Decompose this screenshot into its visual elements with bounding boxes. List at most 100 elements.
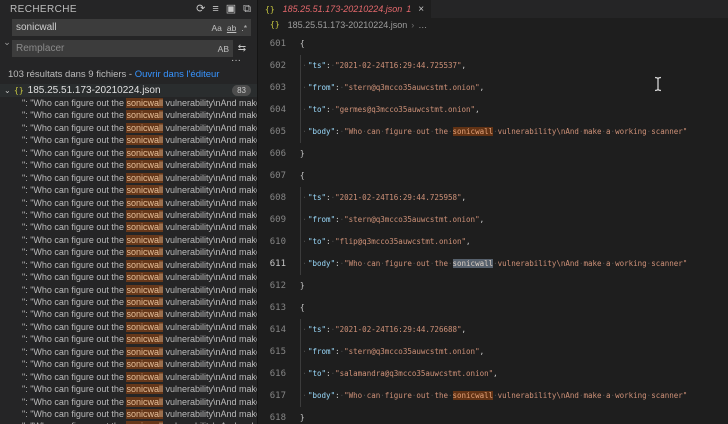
toggle-replace-button[interactable]: ⌄ (2, 19, 12, 66)
whitespace-dot: · (302, 127, 307, 136)
line-number[interactable]: 604 (258, 99, 300, 121)
editor-line[interactable]: 608·"ts":·"2021-02-24T16:29:44.725958", (258, 187, 728, 209)
search-result-row[interactable]: ": "Who can figure out the sonicwall vul… (0, 209, 257, 221)
code-token: · (300, 385, 308, 407)
editor-line[interactable]: 617·"body":·"Who·can·figure·out·the·soni… (258, 385, 728, 407)
search-result-row[interactable]: ": "Who can figure out the sonicwall vul… (0, 134, 257, 146)
search-result-row[interactable]: ": "Who can figure out the sonicwall vul… (0, 172, 257, 184)
line-number[interactable]: 603 (258, 77, 300, 99)
editor-line[interactable]: 613{ (258, 297, 728, 319)
search-result-row[interactable]: ": "Who can figure out the sonicwall vul… (0, 371, 257, 383)
line-number[interactable]: 606 (258, 143, 300, 165)
editor-line[interactable]: 614·"ts":·"2021-02-24T16:29:44.726688", (258, 319, 728, 341)
line-number[interactable]: 605 (258, 121, 300, 143)
search-result-row[interactable]: ": "Who can figure out the sonicwall vul… (0, 259, 257, 271)
search-result-row[interactable]: ": "Who can figure out the sonicwall vul… (0, 97, 257, 109)
search-result-row[interactable]: ": "Who can figure out the sonicwall vul… (0, 346, 257, 358)
breadcrumb-file[interactable]: 185.25.51.173-20210224.json (288, 20, 408, 30)
editor-line[interactable]: 612} (258, 275, 728, 297)
search-result-row[interactable]: ": "Who can figure out the sonicwall vul… (0, 197, 257, 209)
clear-results-icon[interactable]: ≡ (212, 3, 218, 15)
line-number[interactable]: 609 (258, 209, 300, 231)
close-icon[interactable]: × (418, 4, 424, 15)
replace-input[interactable] (12, 43, 218, 54)
file-result-header[interactable]: ⌄ {} 185.25.51.173-20210224.json 83 (0, 84, 257, 97)
line-number[interactable]: 614 (258, 319, 300, 341)
tab-json-file[interactable]: {} 185.25.51.173-20210224.json 1 × (258, 0, 431, 18)
whitespace-dot: · (493, 259, 498, 268)
search-result-row[interactable]: ": "Who can figure out the sonicwall vul… (0, 408, 257, 420)
whitespace-dot: · (302, 391, 307, 400)
replace-all-icon[interactable]: ⇆ (233, 43, 251, 54)
search-result-row[interactable]: ": "Who can figure out the sonicwall vul… (0, 246, 257, 258)
code-token: "ts" (308, 193, 326, 202)
line-content: { (300, 33, 305, 55)
line-number[interactable]: 607 (258, 165, 300, 187)
search-result-row[interactable]: ": "Who can figure out the sonicwall vul… (0, 234, 257, 246)
search-result-row[interactable]: ": "Who can figure out the sonicwall vul… (0, 333, 257, 345)
match-highlight: sonicwall (126, 198, 163, 208)
editor-line[interactable]: 603·"from":·"stern@q3mcco35auwcstmt.onio… (258, 77, 728, 99)
whitespace-dot: · (647, 391, 652, 400)
editor-line[interactable]: 602·"ts":·"2021-02-24T16:29:44.725537", (258, 55, 728, 77)
line-number[interactable]: 602 (258, 55, 300, 77)
match-case-icon[interactable]: Aa (211, 23, 221, 33)
search-input[interactable] (12, 22, 211, 33)
breadcrumb-more[interactable]: … (418, 20, 427, 30)
line-number[interactable]: 618 (258, 407, 300, 424)
line-number[interactable]: 617 (258, 385, 300, 407)
search-result-row[interactable]: ": "Who can figure out the sonicwall vul… (0, 109, 257, 121)
editor-line[interactable]: 604·"to":·"germes@q3mcco35auwcstmt.onion… (258, 99, 728, 121)
search-result-row[interactable]: ": "Who can figure out the sonicwall vul… (0, 122, 257, 134)
search-result-row[interactable]: ": "Who can figure out the sonicwall vul… (0, 284, 257, 296)
result-text: vulnerability\nAnd make a working s... (163, 272, 257, 282)
search-result-row[interactable]: ": "Who can figure out the sonicwall vul… (0, 147, 257, 159)
line-number[interactable]: 615 (258, 341, 300, 363)
editor-line[interactable]: 611·"body":·"Who·can·figure·out·the·soni… (258, 253, 728, 275)
line-number[interactable]: 613 (258, 297, 300, 319)
search-result-row[interactable]: ": "Who can figure out the sonicwall vul… (0, 383, 257, 395)
search-result-row[interactable]: ": "Who can figure out the sonicwall vul… (0, 159, 257, 171)
search-result-row[interactable]: ": "Who can figure out the sonicwall vul… (0, 420, 257, 424)
search-result-row[interactable]: ": "Who can figure out the sonicwall vul… (0, 296, 257, 308)
regex-icon[interactable]: .* (241, 23, 247, 33)
line-number[interactable]: 612 (258, 275, 300, 297)
whole-word-icon[interactable]: ab (227, 23, 236, 33)
match-count-badge: 83 (232, 85, 251, 96)
toggle-search-details-icon[interactable]: ··· (12, 57, 251, 66)
editor-line[interactable]: 606} (258, 143, 728, 165)
result-text: vulnerability\nAnd make a working s... (163, 198, 257, 208)
search-result-row[interactable]: ": "Who can figure out the sonicwall vul… (0, 396, 257, 408)
search-result-row[interactable]: ": "Who can figure out the sonicwall vul… (0, 271, 257, 283)
editor-line[interactable]: 615·"from":·"stern@q3mcco35auwcstmt.onio… (258, 341, 728, 363)
match-highlight: sonicwall (126, 260, 163, 270)
line-number[interactable]: 610 (258, 231, 300, 253)
open-in-editor-icon[interactable]: ⧉ (243, 3, 251, 15)
editor-line[interactable]: 610·"to":·"flip@q3mcco35auwcstmt.onion", (258, 231, 728, 253)
search-result-row[interactable]: ": "Who can figure out the sonicwall vul… (0, 184, 257, 196)
line-number[interactable]: 601 (258, 33, 300, 55)
new-search-editor-icon[interactable]: ▣ (226, 3, 236, 15)
editor-line[interactable]: 618} (258, 407, 728, 424)
whitespace-dot: · (412, 391, 417, 400)
whitespace-dot: · (302, 237, 307, 246)
editor-line[interactable]: 616·"to":·"salamandra@q3mcco35auwcstmt.o… (258, 363, 728, 385)
search-result-row[interactable]: ": "Who can figure out the sonicwall vul… (0, 308, 257, 320)
editor-line[interactable]: 607{ (258, 165, 728, 187)
search-result-row[interactable]: ": "Who can figure out the sonicwall vul… (0, 221, 257, 233)
line-number[interactable]: 611 (258, 253, 300, 275)
code-token: ·vulnerability\nAnd·make·a·working·scann… (493, 391, 687, 400)
search-result-row[interactable]: ": "Who can figure out the sonicwall vul… (0, 321, 257, 333)
editor-line[interactable]: 605·"body":·"Who·can·figure·out·the·soni… (258, 121, 728, 143)
refresh-icon[interactable]: ⟳ (196, 3, 205, 15)
line-number[interactable]: 608 (258, 187, 300, 209)
preserve-case-icon[interactable]: AB (218, 44, 229, 54)
editor-line[interactable]: 601{ (258, 33, 728, 55)
match-highlight: sonicwall (126, 247, 163, 257)
search-result-row[interactable]: ": "Who can figure out the sonicwall vul… (0, 358, 257, 370)
line-number[interactable]: 616 (258, 363, 300, 385)
editor-line[interactable]: 609·"from":·"stern@q3mcco35auwcstmt.onio… (258, 209, 728, 231)
open-in-editor-link[interactable]: Ouvrir dans l'éditeur (135, 69, 220, 80)
code-token: "2021-02-24T16:29:44.726688" (335, 325, 461, 334)
code-area[interactable]: 601{602·"ts":·"2021-02-24T16:29:44.72553… (258, 31, 728, 424)
